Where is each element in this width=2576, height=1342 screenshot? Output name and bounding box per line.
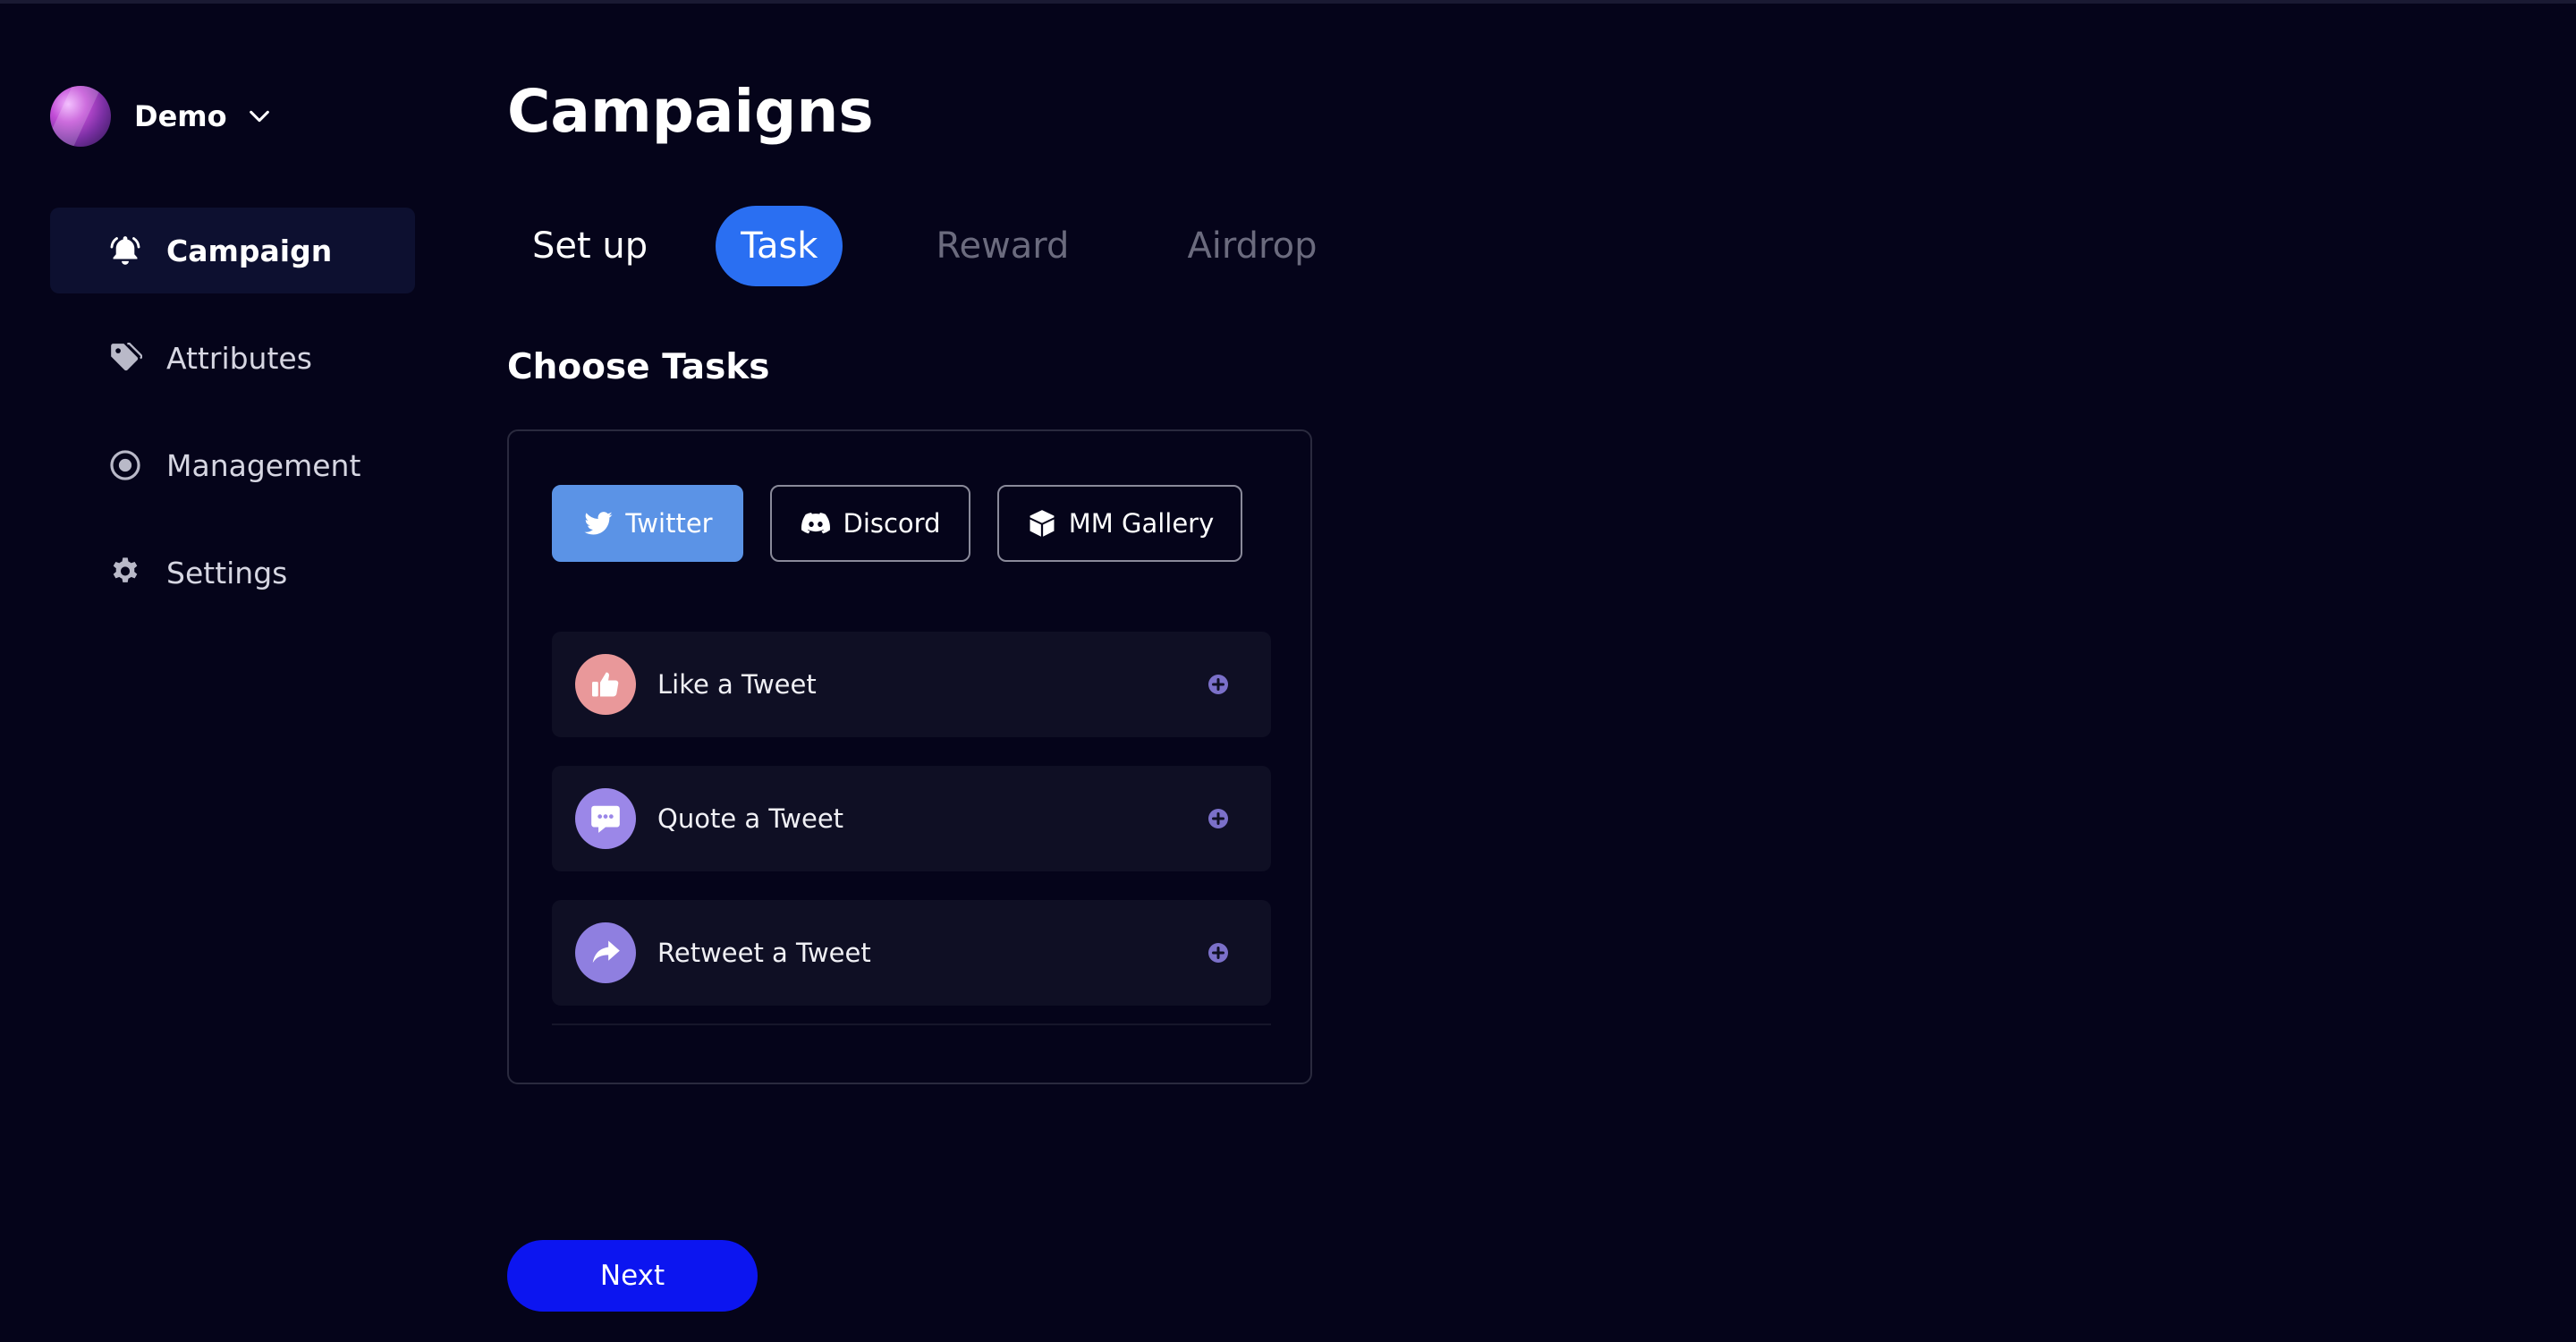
list-item[interactable]: Retweet a Tweet (552, 900, 1271, 1006)
platform-label: MM Gallery (1068, 508, 1215, 539)
chat-bubble-icon (575, 788, 636, 849)
share-arrow-icon (575, 922, 636, 983)
target-icon (107, 447, 143, 483)
sidebar-item-settings[interactable]: Settings (50, 530, 415, 616)
task-label: Quote a Tweet (657, 803, 844, 834)
sidebar-item-label: Campaign (166, 233, 333, 268)
tab-reward[interactable]: Reward (911, 206, 1094, 286)
top-border (0, 0, 2576, 4)
sidebar-item-label: Attributes (166, 340, 312, 376)
add-circle-icon[interactable] (1207, 941, 1230, 964)
task-label: Retweet a Tweet (657, 938, 871, 968)
sidebar-item-label: Management (166, 447, 361, 483)
task-list: Like a Tweet Quote a Tweet Retweet a Twe… (552, 632, 1271, 1025)
add-circle-icon[interactable] (1207, 807, 1230, 830)
avatar (50, 86, 111, 147)
section-title: Choose Tasks (507, 347, 770, 387)
gear-icon (107, 555, 143, 590)
list-item[interactable]: Quote a Tweet (552, 766, 1271, 871)
thumbs-up-icon (575, 654, 636, 715)
cube-icon (1026, 507, 1058, 539)
tab-task[interactable]: Task (716, 206, 843, 286)
sidebar-item-attributes[interactable]: Attributes (50, 315, 415, 401)
twitter-icon (582, 507, 614, 539)
add-circle-icon[interactable] (1207, 673, 1230, 696)
sidebar-item-label: Settings (166, 555, 288, 590)
step-tabs: Set up Task Reward Airdrop (507, 206, 1342, 286)
platform-filter: Twitter Discord MM Gallery (552, 485, 1269, 562)
discord-button[interactable]: Discord (770, 485, 970, 562)
discord-icon (800, 507, 832, 539)
twitter-button[interactable]: Twitter (552, 485, 743, 562)
tasks-card: Twitter Discord MM Gallery Like a Tweet … (507, 429, 1312, 1084)
sidebar-item-management[interactable]: Management (50, 422, 415, 508)
workspace-name: Demo (134, 99, 227, 133)
chevron-down-icon (247, 104, 272, 129)
next-button[interactable]: Next (507, 1240, 758, 1312)
list-divider (552, 1023, 1271, 1025)
sidebar-nav: Campaign Attributes Management Settings (50, 208, 415, 637)
bell-icon (107, 233, 143, 268)
list-item[interactable]: Like a Tweet (552, 632, 1271, 737)
tab-set-up[interactable]: Set up (507, 206, 673, 286)
mm-gallery-button[interactable]: MM Gallery (997, 485, 1242, 562)
page-title: Campaigns (507, 77, 874, 146)
task-label: Like a Tweet (657, 669, 817, 700)
tag-icon (107, 340, 143, 376)
platform-label: Twitter (625, 508, 713, 539)
tab-airdrop[interactable]: Airdrop (1162, 206, 1342, 286)
workspace-switcher[interactable]: Demo (50, 86, 272, 147)
platform-label: Discord (843, 508, 941, 539)
sidebar-item-campaign[interactable]: Campaign (50, 208, 415, 293)
